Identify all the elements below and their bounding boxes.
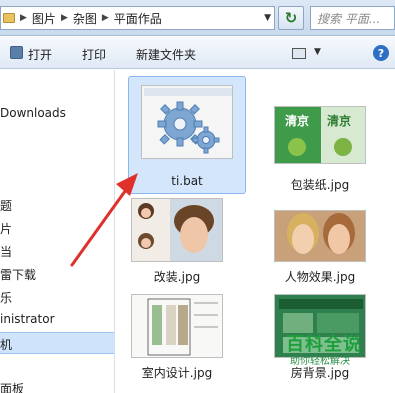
watermark-subtitle: 助你轻松解决 [290,356,350,367]
